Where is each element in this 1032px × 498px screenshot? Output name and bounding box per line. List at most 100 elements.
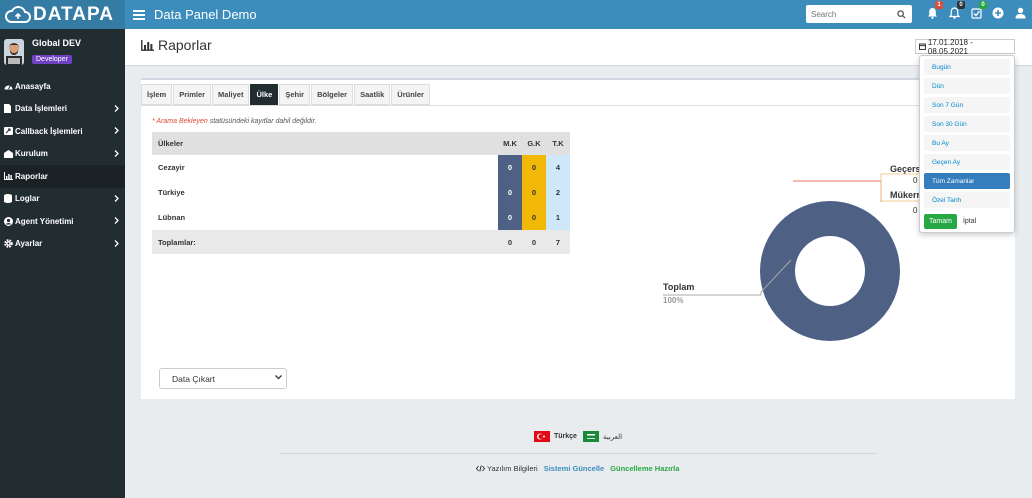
lang-arabic[interactable]: العربية <box>603 433 622 441</box>
range-option-tum-zamanlar[interactable]: Tüm Zamanlar <box>924 173 1010 189</box>
lang-turkish[interactable]: Türkçe <box>554 433 577 440</box>
range-option-bugun[interactable]: Bugün <box>924 59 1010 75</box>
tab-maliyet[interactable]: Maliyet <box>212 84 250 105</box>
alerts-bell-icon[interactable]: 0 <box>947 1 965 21</box>
sidebar-item-loglar[interactable]: Loglar <box>0 188 125 211</box>
tab-primler[interactable]: Primler <box>173 84 212 105</box>
column-header-country: Ülkeler <box>152 132 498 155</box>
report-chart-icon <box>4 172 13 181</box>
report-panel: İşlem Primler Maliyet Ülke Şehir Bölgele… <box>141 78 1015 399</box>
chart-side-value: 0 <box>913 206 918 215</box>
cloud-logo-icon <box>5 5 31 23</box>
software-info-link[interactable]: Yazılım Bilgileri <box>487 464 538 473</box>
add-circle-icon[interactable] <box>991 5 1005 21</box>
page-title: Raporlar <box>141 37 212 53</box>
range-option-bu-ay[interactable]: Bu Ay <box>924 135 1010 151</box>
tk-cell: 4 <box>546 155 570 180</box>
cancel-button[interactable]: İptal <box>963 218 976 225</box>
tab-urunler[interactable]: Ürünler <box>391 84 430 105</box>
gk-cell: 0 <box>522 180 546 205</box>
tab-islem[interactable]: İşlem <box>141 84 173 105</box>
chart-side-label: Mükerr <box>890 190 921 200</box>
range-option-ozel-tarih[interactable]: Özel Tarih <box>924 192 1010 208</box>
sidebar-toggle-icon[interactable] <box>133 9 145 20</box>
column-header-mk: M.K <box>498 132 522 155</box>
sidebar-item-callback-islemleri[interactable]: Callback İşlemleri <box>0 120 125 143</box>
search-input[interactable] <box>806 6 894 22</box>
chevron-right-icon <box>114 217 119 224</box>
update-system-link[interactable]: Sistemi Güncelle <box>544 464 604 473</box>
tasks-badge: 0 <box>979 1 987 9</box>
chevron-right-icon <box>114 194 119 202</box>
prepare-update-link[interactable]: Güncelleme Hazırla <box>610 464 679 473</box>
mk-cell: 0 <box>498 180 522 205</box>
gear-icon <box>4 239 13 249</box>
tab-sehir[interactable]: Şehir <box>279 84 311 105</box>
gk-cell: 0 <box>522 205 546 230</box>
notifications-bell-icon[interactable]: 1 <box>925 1 943 21</box>
database-icon <box>4 194 13 204</box>
alerts-badge: 0 <box>957 1 965 9</box>
sidebar-item-raporlar[interactable]: Raporlar <box>0 165 125 188</box>
sidebar-item-kurulum[interactable]: Kurulum <box>0 143 125 166</box>
calendar-icon <box>919 43 926 50</box>
user-icon <box>4 216 13 226</box>
sidebar: Global DEV Developer Anasayfa Data İşlem… <box>0 29 125 498</box>
data-export-select[interactable]: Data Çıkart <box>159 368 287 389</box>
tab-bolgeler[interactable]: Bölgeler <box>311 84 354 105</box>
note-text: statüsündeki kayıtlar dahil değildir. <box>207 118 317 125</box>
chart-side-value: 0 <box>913 176 918 185</box>
gk-cell: 0 <box>522 155 546 180</box>
user-panel: Global DEV Developer <box>0 29 125 75</box>
table-row: Cezayir 0 0 4 <box>152 155 570 180</box>
saudi-flag-icon[interactable] <box>582 431 599 442</box>
country-cell: Türkiye <box>158 188 185 197</box>
date-range-text: 17.01.2018 - 08.05.2021 <box>927 37 973 56</box>
footer-links: Yazılım Bilgileri Sistemi Güncelle Günce… <box>476 464 679 473</box>
range-option-gecen-ay[interactable]: Geçen Ay <box>924 154 1010 170</box>
setup-icon <box>4 149 13 158</box>
footer-divider <box>280 453 877 454</box>
language-selector: Türkçe العربية <box>534 431 622 442</box>
apply-button[interactable]: Tamam <box>924 214 957 229</box>
sidebar-item-label: Callback İşlemleri <box>15 126 83 136</box>
date-range-picker[interactable]: 17.01.2018 - 08.05.2021 <box>915 37 1015 56</box>
country-report-table: Ülkeler M.K G.K T.K Cezayir 0 0 4 Türkiy… <box>152 132 570 254</box>
table-total-row: Toplamlar: 0 0 7 <box>152 230 570 254</box>
sidebar-item-data-islemleri[interactable]: Data İşlemleri <box>0 98 125 121</box>
date-range-dropdown: Bugün Dün Son 7 Gün Son 30 Gün Bu Ay Geç… <box>919 55 1015 233</box>
country-cell: Lübnan <box>158 213 186 222</box>
code-icon <box>476 465 485 472</box>
leader-line <box>793 180 882 202</box>
chart-side-label: Geçers <box>890 164 921 174</box>
chevron-right-icon <box>114 104 119 112</box>
info-note: * Arama Bekleyen statüsündeki kayıtlar d… <box>152 118 316 125</box>
total-gk: 0 <box>522 230 546 254</box>
sidebar-item-label: Raporlar <box>15 171 48 181</box>
content-header: Raporlar 17.01.2018 - 08.05.2021 <box>125 29 1032 66</box>
export-label: Data Çıkart <box>172 373 215 384</box>
sidebar-item-label: Loglar <box>15 194 40 204</box>
avatar <box>4 39 24 65</box>
chevron-right-icon <box>114 127 119 134</box>
range-option-son-7-gun[interactable]: Son 7 Gün <box>924 97 1010 113</box>
chevron-right-icon <box>114 239 119 247</box>
tasks-check-icon[interactable]: 0 <box>969 1 987 21</box>
range-option-son-30-gun[interactable]: Son 30 Gün <box>924 116 1010 132</box>
tab-saatlik[interactable]: Saatlik <box>354 84 391 105</box>
tab-ulke[interactable]: Ülke <box>250 84 279 105</box>
file-icon <box>4 104 13 114</box>
range-option-dun[interactable]: Dün <box>924 78 1010 94</box>
turkey-flag-icon[interactable] <box>534 431 550 442</box>
sidebar-item-anasayfa[interactable]: Anasayfa <box>0 75 125 98</box>
user-profile-icon[interactable] <box>1013 5 1027 21</box>
mk-cell: 0 <box>498 205 522 230</box>
logo[interactable]: DATAPA <box>0 0 125 29</box>
search-icon[interactable] <box>894 7 908 21</box>
sidebar-item-ayarlar[interactable]: Ayarlar <box>0 233 125 256</box>
sidebar-item-label: Anasayfa <box>15 81 51 91</box>
chart-label-toplam: Toplam <box>663 282 695 292</box>
column-header-gk: G.K <box>522 132 546 155</box>
column-header-tk: T.K <box>546 132 570 155</box>
sidebar-item-agent-yonetimi[interactable]: Agent Yönetimi <box>0 210 125 233</box>
